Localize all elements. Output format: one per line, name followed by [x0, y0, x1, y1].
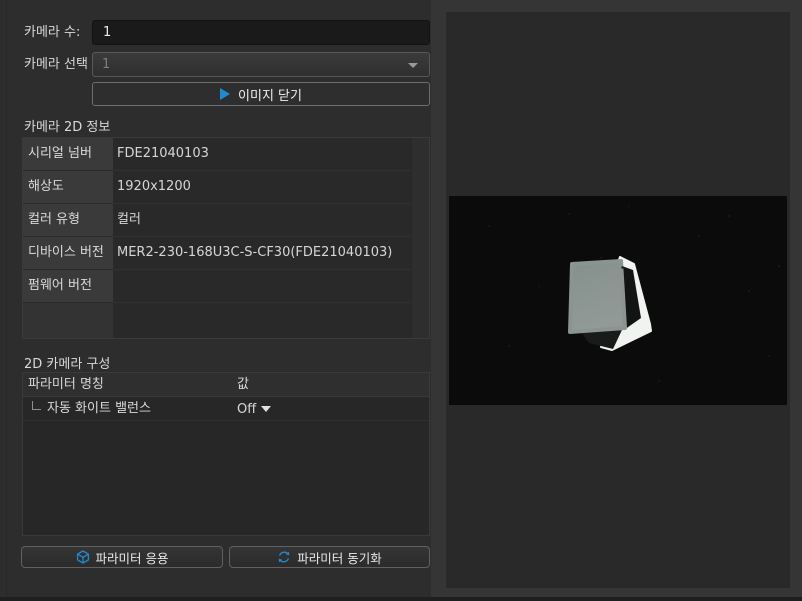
camera-2d-image	[449, 196, 787, 405]
config-table-header: 파라미터 명칭 값	[23, 373, 429, 397]
info-row-label: 시리얼 넘버	[23, 138, 113, 171]
parameter-name: 자동 화이트 밸런스	[47, 397, 151, 420]
info-row-label: 해상도	[23, 171, 113, 204]
info-row-value	[113, 270, 429, 303]
close-image-button[interactable]: 이미지 닫기	[92, 82, 430, 106]
table-row: 자동 화이트 밸런스 Off	[23, 397, 429, 421]
camera-count-input[interactable]	[92, 20, 430, 45]
table-row: 컬러 유형 컬러	[23, 204, 429, 237]
sync-parameters-button[interactable]: 파라미터 동기화	[229, 546, 430, 568]
parameter-value-dropdown[interactable]: Off	[237, 397, 271, 421]
close-image-button-label: 이미지 닫기	[238, 85, 302, 104]
info-row-label: 펌웨어 버전	[23, 270, 113, 303]
cube-icon	[76, 550, 90, 564]
left-edge-divider	[6, 0, 7, 601]
chevron-down-icon	[408, 63, 418, 68]
apply-parameters-label: 파라미터 응용	[96, 548, 169, 567]
paper-corner-mark	[621, 266, 623, 268]
sync-icon	[277, 550, 291, 564]
play-icon	[220, 88, 230, 100]
camera-select-label: 카메라 선택	[24, 52, 88, 77]
camera-config-table: 파라미터 명칭 값 자동 화이트 밸런스 Off	[22, 372, 430, 536]
label-column-extension	[23, 303, 113, 338]
table-row: 디바이스 버전 MER2-230-168U3C-S-CF30(FDE210401…	[23, 237, 429, 270]
column-header-name: 파라미터 명칭	[23, 373, 237, 396]
info-row-value: 1920x1200	[113, 171, 429, 204]
table-row: 펌웨어 버전	[23, 270, 429, 303]
info-row-label: 디바이스 버전	[23, 237, 113, 270]
dropdown-arrow-icon	[261, 406, 271, 412]
table-row: 시리얼 넘버 FDE21040103	[23, 138, 429, 171]
window-bottom-edge	[0, 597, 802, 601]
camera-config-section-title: 2D 카메라 구성	[24, 353, 110, 372]
parameter-value-text: Off	[237, 398, 256, 421]
table-row: 해상도 1920x1200	[23, 171, 429, 204]
info-row-value: FDE21040103	[113, 138, 429, 171]
apply-parameters-button[interactable]: 파라미터 응용	[21, 546, 223, 568]
camera-config-window: 카메라 수: 카메라 선택 1 이미지 닫기 카메라 2D 정보 시리얼 넘버 …	[0, 0, 802, 601]
info-row-value: MER2-230-168U3C-S-CF30(FDE21040103)	[113, 237, 429, 270]
info-row-value: 컬러	[113, 204, 429, 237]
camera-count-label: 카메라 수:	[24, 20, 80, 45]
table-scrollbar-gutter[interactable]	[411, 138, 429, 338]
column-header-value: 값	[237, 373, 429, 396]
camera-select-value: 1	[102, 57, 110, 72]
table-empty-area	[23, 303, 429, 338]
camera-info-table: 시리얼 넘버 FDE21040103 해상도 1920x1200 컬러 유형 컬…	[22, 137, 430, 339]
tree-branch-icon	[32, 401, 41, 410]
camera-info-section-title: 카메라 2D 정보	[24, 116, 110, 135]
gray-card	[570, 261, 625, 332]
info-row-label: 컬러 유형	[23, 204, 113, 237]
sync-parameters-label: 파라미터 동기화	[297, 548, 381, 567]
camera-select-dropdown[interactable]: 1	[92, 52, 430, 77]
